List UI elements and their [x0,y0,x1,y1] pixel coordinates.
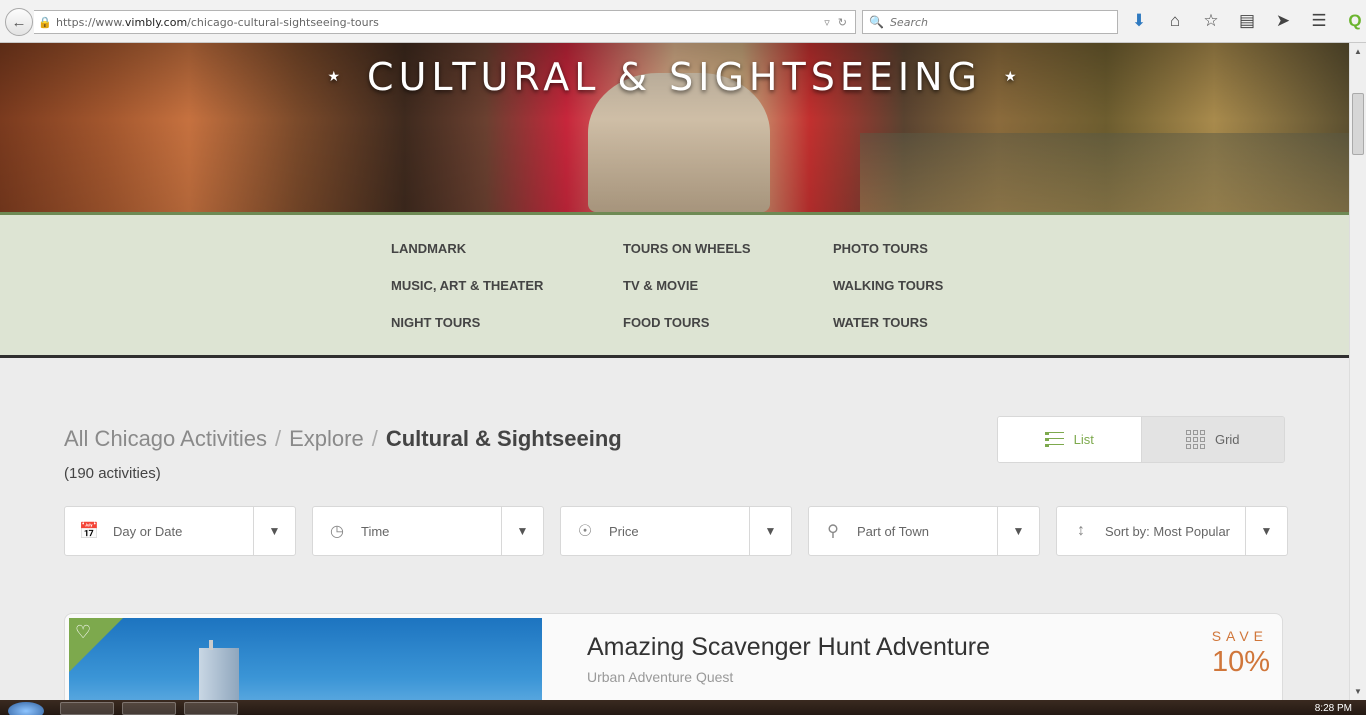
save-percentage: 10% [1211,646,1270,678]
heart-icon[interactable]: ♡ [75,622,91,643]
category-link-walking-tours[interactable]: WALKING TOURS [833,278,1033,315]
activity-provider: Urban Adventure Quest [587,669,734,685]
time-filter-label: Time [361,523,390,539]
scrollbar[interactable]: ▲ ▼ [1349,43,1366,700]
dropdown-history-icon[interactable]: ▿ [824,16,830,29]
filter-bar: 📅 Day or Date ▼ ◷ Time ▼ ☉ Price ▼ ⚲ Par… [64,506,1288,556]
list-view-label: List [1073,432,1094,447]
category-link-tv-movie[interactable]: TV & MOVIE [623,278,833,315]
activity-card[interactable]: ♡ Amazing Scavenger Hunt Adventure Urban… [64,613,1283,713]
grid-view-label: Grid [1214,432,1240,447]
activity-image[interactable]: ♡ [69,618,542,712]
url-text[interactable]: https://www.vimbly.com/chicago-cultural-… [56,16,824,29]
grid-icon [1185,430,1205,449]
reading-list-icon[interactable]: ▤ [1236,9,1258,33]
date-filter-label: Day or Date [113,523,183,539]
grid-view-button[interactable]: Grid [1140,417,1284,462]
save-label: SAVE [1211,628,1268,644]
home-icon[interactable]: ⌂ [1164,9,1186,33]
scroll-thumb[interactable] [1352,93,1364,155]
breadcrumb-separator: / [274,426,282,451]
category-link-photo-tours[interactable]: PHOTO TOURS [833,241,1033,278]
part-of-town-filter[interactable]: ⚲ Part of Town ▼ [808,506,1040,556]
menu-icon[interactable]: ☰ [1308,9,1330,33]
scroll-up-icon[interactable]: ▲ [1350,43,1366,60]
calendar-icon: 📅 [79,523,99,540]
lock-icon: 🔒 [38,16,52,29]
chevron-down-icon[interactable]: ▼ [253,507,295,555]
page-title: ★ CULTURAL & SIGHTSEEING ★ [0,55,1349,99]
bookmark-star-icon[interactable]: ☆ [1200,9,1222,33]
sort-icon: ↕ [1077,522,1085,539]
category-nav: LANDMARK TOURS ON WHEELS PHOTO TOURS MUS… [0,212,1349,358]
category-link-landmark[interactable]: LANDMARK [391,241,623,278]
taskbar-item-firefox[interactable] [122,702,176,715]
part-of-town-filter-label: Part of Town [857,523,930,539]
taskbar-item[interactable] [60,702,114,715]
os-taskbar: 8:28 PM [0,700,1366,715]
taskbar-clock: 8:28 PM [1314,703,1352,714]
chevron-down-icon[interactable]: ▼ [1245,507,1287,555]
category-link-music-art-theater[interactable]: MUSIC, ART & THEATER [391,278,623,315]
back-button[interactable]: ← [5,8,33,36]
chevron-down-icon[interactable]: ▼ [749,507,791,555]
download-icon[interactable]: ⬇ [1128,9,1150,33]
star-icon: ★ [327,69,346,85]
view-toggle: List Grid [997,416,1285,463]
date-filter[interactable]: 📅 Day or Date ▼ [64,506,296,556]
breadcrumb-link-explore[interactable]: Explore [289,426,364,452]
breadcrumb-separator: / [371,426,378,451]
address-bar[interactable]: 🔒 https://www.vimbly.com/chicago-cultura… [34,10,856,34]
list-icon [1044,432,1064,447]
activity-count: (190 activities) [64,465,161,482]
browser-search-input[interactable] [889,15,1110,29]
chevron-down-icon[interactable]: ▼ [997,507,1039,555]
sort-filter[interactable]: ↕ Sort by: Most Popular ▼ [1056,506,1288,556]
time-filter[interactable]: ◷ Time ▼ [312,506,544,556]
category-link-water-tours[interactable]: WATER TOURS [833,315,1033,352]
activity-title[interactable]: Amazing Scavenger Hunt Adventure [587,633,990,662]
start-button[interactable] [8,702,44,715]
category-link-tours-on-wheels[interactable]: TOURS ON WHEELS [623,241,833,278]
location-pin-icon: ⚲ [827,523,839,540]
back-arrow-icon: ← [11,13,27,31]
category-link-food-tours[interactable]: FOOD TOURS [623,315,833,352]
reload-icon[interactable]: ↻ [838,16,847,29]
list-view-button[interactable]: List [998,417,1141,462]
browser-search-box[interactable]: 🔍 [862,10,1118,34]
star-icon: ★ [1003,69,1022,85]
breadcrumb: All Chicago Activities / Explore / Cultu… [64,426,622,452]
hero-banner: ★ CULTURAL & SIGHTSEEING ★ [0,43,1349,212]
price-filter-label: Price [609,523,639,539]
category-link-night-tours[interactable]: NIGHT TOURS [391,315,623,352]
browser-toolbar: ← 🔒 https://www.vimbly.com/chicago-cultu… [0,0,1366,43]
coins-icon: ☉ [577,523,593,540]
price-filter[interactable]: ☉ Price ▼ [560,506,792,556]
clock-icon: ◷ [330,523,344,540]
breadcrumb-current: Cultural & Sightseeing [385,426,622,451]
chevron-down-icon[interactable]: ▼ [501,507,543,555]
extension-icon[interactable]: Q [1344,9,1366,33]
scroll-down-icon[interactable]: ▼ [1350,683,1366,700]
search-icon: 🔍 [869,15,884,29]
hero-title-text: CULTURAL & SIGHTSEEING [367,55,982,99]
breadcrumb-link-all-activities[interactable]: All Chicago Activities [64,426,267,452]
send-icon[interactable]: ➤ [1272,9,1294,33]
taskbar-item[interactable] [184,702,238,715]
sort-filter-label: Sort by: Most Popular [1105,523,1230,539]
